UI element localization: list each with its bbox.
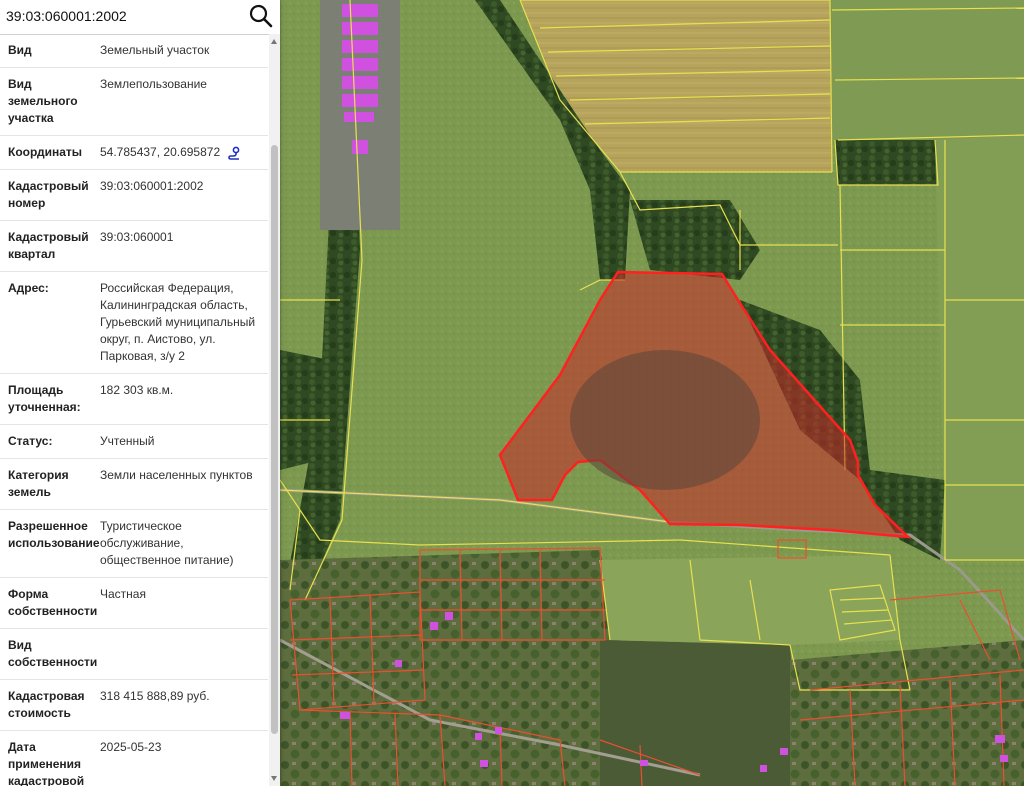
detail-label: Вид [8, 43, 32, 57]
detail-label: Разрешенное использование [8, 519, 100, 550]
search-bar [0, 0, 280, 35]
detail-value: 54.785437, 20.695872 [94, 144, 268, 161]
detail-row-area: Площадь уточненная: 182 303 кв.м. [0, 374, 268, 425]
detail-value: Землепользование [100, 77, 207, 91]
detail-label: Кадастровая стоимость [8, 689, 85, 720]
detail-value [94, 637, 268, 671]
detail-value: Российская Федерация, Калининградская об… [100, 281, 256, 363]
detail-row-cadastral-number: Кадастровый номер 39:03:060001:2002 [0, 170, 268, 221]
detail-value: 39:03:060001:2002 [100, 179, 204, 193]
detail-row-land-type: Вид земельного участка Землепользование [0, 68, 268, 136]
search-icon [249, 4, 273, 28]
map-pin-route-icon[interactable] [227, 146, 241, 160]
detail-row-coordinates: Координаты 54.785437, 20.695872 [0, 136, 268, 170]
info-panel: Вид Земельный участок Вид земельного уча… [0, 0, 280, 786]
detail-row-cadastral-value: Кадастровая стоимость 318 415 888,89 руб… [0, 680, 268, 731]
village-area-far-right [790, 640, 1024, 786]
detail-row-permitted-use: Разрешенное использование Туристическое … [0, 510, 268, 578]
detail-row-ownership-form: Форма собственности Частная [0, 578, 268, 629]
scroll-down-arrow-icon[interactable] [271, 776, 277, 781]
detail-label: Кадастровый квартал [8, 230, 89, 261]
detail-row-cadastral-quarter: Кадастровый квартал 39:03:060001 [0, 221, 268, 272]
detail-label: Координаты [8, 145, 83, 159]
detail-value: 2025-05-23 [100, 740, 162, 754]
detail-row-land-category: Категория земель Земли населенных пункто… [0, 459, 268, 510]
village-area-right [600, 640, 800, 786]
scrollbar-thumb[interactable] [271, 145, 278, 734]
field-lower-center [600, 555, 900, 645]
search-input[interactable] [4, 5, 248, 27]
detail-row-ownership-type: Вид собственности [0, 629, 268, 680]
detail-row-status: Статус: Учтенный [0, 425, 268, 459]
parcel-details: Вид Земельный участок Вид земельного уча… [0, 34, 268, 786]
detail-row-value-date: Дата применения кадастровой стоимости 20… [0, 731, 268, 786]
lake [570, 350, 760, 490]
detail-row-address: Адрес: Российская Федерация, Калининград… [0, 272, 268, 374]
detail-value: Частная [100, 587, 146, 601]
detail-value: Земли населенных пунктов [100, 468, 253, 482]
detail-label: Вид собственности [8, 638, 98, 669]
detail-label: Статус: [8, 434, 53, 448]
search-button[interactable] [248, 3, 274, 29]
coordinates-text: 54.785437, 20.695872 [100, 145, 221, 159]
detail-label: Площадь уточненная: [8, 383, 81, 414]
detail-label: Категория земель [8, 468, 69, 499]
detail-value: 318 415 888,89 руб. [100, 689, 210, 703]
scroll-up-arrow-icon[interactable] [271, 39, 277, 44]
detail-label: Дата применения кадастровой стоимости [8, 740, 85, 786]
detail-value: Учтенный [100, 434, 155, 448]
forest-right-strip [835, 140, 938, 185]
detail-label: Вид земельного участка [8, 77, 78, 125]
panel-scrollbar[interactable] [269, 34, 280, 786]
detail-label: Форма собственности [8, 587, 98, 618]
detail-value: Земельный участок [100, 43, 210, 57]
field-right-lower [935, 135, 1024, 560]
detail-label: Адрес: [8, 281, 49, 295]
detail-value: Туристическое обслуживание, общественное… [100, 519, 234, 567]
detail-label: Кадастровый номер [8, 179, 89, 210]
detail-value: 39:03:060001 [100, 230, 174, 244]
detail-value: 182 303 кв.м. [100, 383, 174, 397]
detail-row-type: Вид Земельный участок [0, 34, 268, 68]
field-right [832, 0, 1024, 140]
